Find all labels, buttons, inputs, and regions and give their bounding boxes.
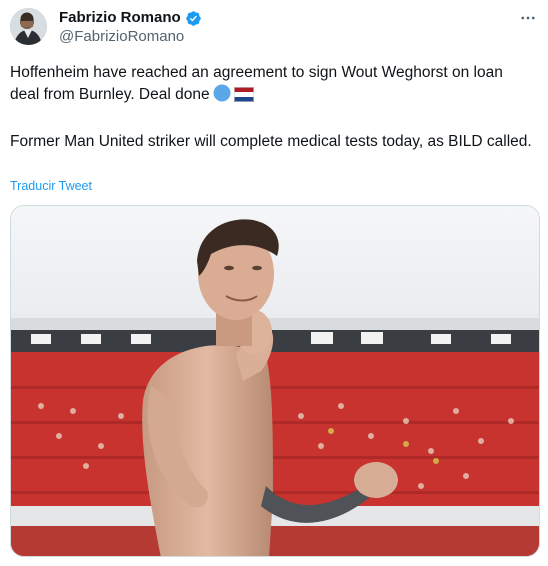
translate-tweet-link[interactable]: Traducir Tweet [10,178,92,194]
tweet-paragraph-1: Hoffenheim have reached an agreement to … [10,62,535,109]
tweet-line-1: Hoffenheim have reached an agreement to … [10,64,503,103]
more-options-button[interactable] [516,6,540,30]
display-name[interactable]: Fabrizio Romano [59,8,181,28]
verified-badge-icon [185,10,202,27]
more-options-icon [521,16,535,20]
tweet-card[interactable]: Fabrizio Romano @FabrizioRomano Hoffenhe… [0,0,548,566]
avatar-photo [10,8,47,45]
user-handle[interactable]: @FabrizioRomano [59,27,184,47]
blue-circle-emoji [213,84,231,109]
tweet-media[interactable] [10,205,540,557]
netherlands-flag-emoji [233,87,254,109]
tweet-paragraph-2: Former Man United striker will complete … [10,133,532,150]
tweet-text: Hoffenheim have reached an agreement to … [10,62,535,153]
avatar[interactable] [10,8,47,45]
photo-footballer-celebrating [11,206,539,556]
